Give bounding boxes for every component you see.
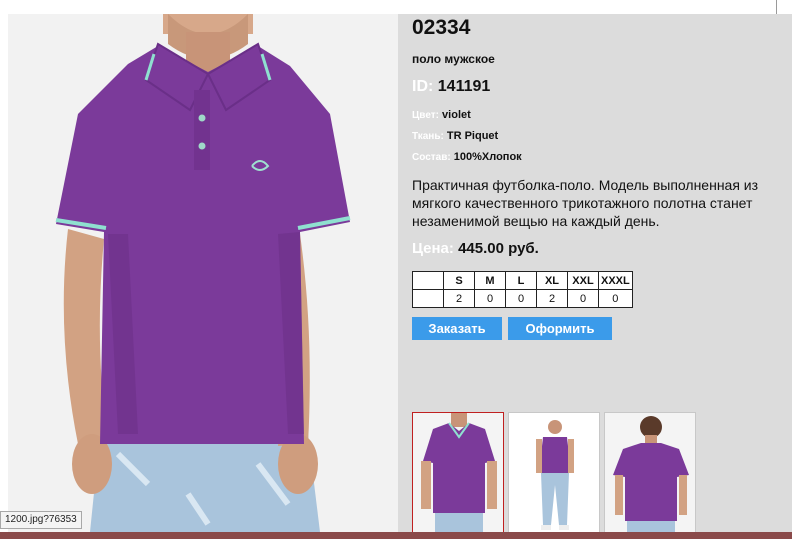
- product-info-panel: 02334 поло мужское ID: 141191 Цвет: viol…: [398, 14, 792, 534]
- size-qty-m[interactable]: 0: [474, 289, 506, 308]
- checkout-button[interactable]: Оформить: [508, 317, 612, 340]
- thumbnail-image: [509, 413, 599, 533]
- thumbnail-polo-back[interactable]: [604, 412, 696, 534]
- order-button[interactable]: Заказать: [412, 317, 502, 340]
- product-subtitle: поло мужское: [412, 52, 495, 66]
- size-qty-xxxl[interactable]: 0: [598, 289, 633, 308]
- id-value: 141191: [437, 78, 491, 95]
- size-header-xxxl: XXXL: [598, 271, 633, 290]
- main-product-image[interactable]: [8, 14, 398, 532]
- thumbnail-image: [413, 413, 503, 533]
- size-header-m: M: [474, 271, 506, 290]
- product-price: Цена: 445.00 руб.: [412, 240, 539, 257]
- size-header-blank: [412, 271, 444, 290]
- size-header-row: S M L XL XXL XXXL: [412, 271, 633, 290]
- attr-color: Цвет: violet: [412, 109, 471, 121]
- size-qty-blank: [412, 289, 444, 308]
- size-table: S M L XL XXL XXXL 2 0 0 2 0 0: [412, 271, 633, 308]
- price-value: 445.00 руб.: [458, 240, 539, 257]
- thumbnail-full-body-front[interactable]: [508, 412, 600, 534]
- link-status-tooltip: 1200.jpg?76353: [0, 511, 82, 529]
- attr-composition: Состав: 100%Хлопок: [412, 151, 522, 163]
- size-header-xl: XL: [536, 271, 568, 290]
- attr-color-label: Цвет:: [412, 110, 439, 121]
- product-description: Практичная футболка-поло. Модель выполне…: [412, 177, 759, 229]
- bottom-bar: [0, 532, 792, 539]
- price-label: Цена:: [412, 240, 454, 257]
- size-quantity-row: 2 0 0 2 0 0: [412, 289, 633, 308]
- attr-fabric-label: Ткань:: [412, 131, 444, 142]
- product-sku: 02334: [412, 16, 471, 39]
- size-header-l: L: [505, 271, 537, 290]
- thumbnail-polo-front-closeup[interactable]: [412, 412, 504, 534]
- top-bar: [0, 0, 792, 14]
- size-header-s: S: [443, 271, 475, 290]
- polo-shirt-illustration: [55, 14, 351, 532]
- size-qty-s[interactable]: 2: [443, 289, 475, 308]
- size-qty-xxl[interactable]: 0: [567, 289, 599, 308]
- attr-fabric-value: TR Piquet: [446, 130, 499, 142]
- id-label: ID:: [412, 78, 434, 95]
- size-header-xxl: XXL: [567, 271, 599, 290]
- attr-fabric: Ткань: TR Piquet: [412, 130, 498, 142]
- size-qty-l[interactable]: 0: [505, 289, 537, 308]
- attr-color-value: violet: [442, 109, 471, 121]
- size-qty-xl[interactable]: 2: [536, 289, 568, 308]
- attr-composition-label: Состав:: [412, 152, 451, 163]
- scrollbar-divider: [776, 0, 777, 14]
- attr-composition-value: 100%Хлопок: [453, 151, 522, 163]
- product-id: ID: 141191: [412, 78, 490, 96]
- thumbnail-image: [605, 413, 695, 533]
